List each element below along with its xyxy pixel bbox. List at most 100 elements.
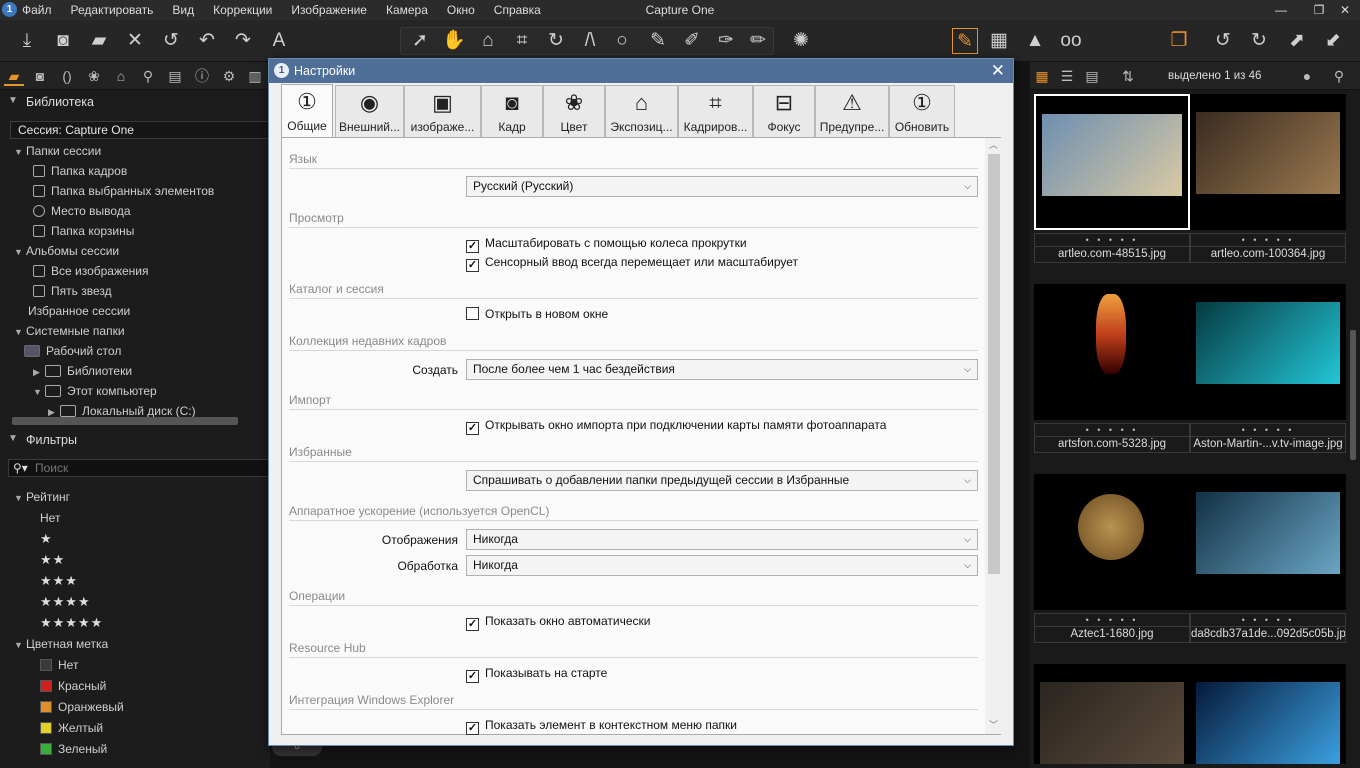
list-view-icon[interactable]: ☰: [1058, 67, 1076, 85]
annotation-icon[interactable]: ✏: [745, 28, 771, 54]
redo-icon[interactable]: ↷: [230, 28, 256, 54]
open-new-window-checkbox[interactable]: Открыть в новом окне: [466, 306, 608, 322]
proof-glasses-icon[interactable]: oo: [1058, 28, 1084, 54]
close-window-button[interactable]: ✕: [1330, 0, 1360, 20]
menu-file[interactable]: Файл: [22, 3, 52, 17]
scrollbar-thumb[interactable]: [988, 154, 1000, 574]
tab-exposure[interactable]: ⌂ Экспозиц...: [605, 85, 678, 137]
rating-dots[interactable]: • • • • •: [1034, 423, 1190, 437]
output-tab-icon[interactable]: ⚙: [219, 66, 239, 86]
menu-camera[interactable]: Камера: [386, 3, 428, 17]
picker-icon[interactable]: ✐: [679, 28, 705, 54]
rating-dots[interactable]: • • • • •: [1190, 423, 1346, 437]
rating-dots[interactable]: • • • • •: [1034, 613, 1190, 627]
thumbnail-image[interactable]: [1034, 474, 1190, 610]
menu-view[interactable]: Вид: [172, 3, 194, 17]
metadata-tab-icon[interactable]: ⓘ: [192, 66, 212, 86]
color-tag-yellow[interactable]: Желтый: [40, 718, 103, 738]
tab-general[interactable]: ① Общие: [281, 84, 333, 138]
thumbnail-image[interactable]: [1190, 474, 1346, 610]
sidebar-item-capture-folder[interactable]: Папка кадров: [33, 161, 127, 181]
sidebar-item-libraries[interactable]: ▶ Библиотеки: [33, 361, 132, 381]
thumbnail-image[interactable]: [1190, 284, 1346, 420]
sidebar-item-selects-folder[interactable]: Папка выбранных элементов: [33, 181, 214, 201]
sidebar-item-desktop[interactable]: Рабочий стол: [24, 341, 121, 361]
brush-icon[interactable]: ✎: [645, 28, 671, 54]
warning-icon[interactable]: ▲: [1022, 28, 1048, 54]
color-tag-none[interactable]: Нет: [40, 655, 78, 675]
thumbnail-image[interactable]: [1190, 664, 1346, 764]
rating-none[interactable]: Нет: [40, 508, 60, 528]
show-on-start-checkbox[interactable]: ✓ Показывать на старте: [466, 665, 607, 683]
session-folders-header[interactable]: ▼ Папки сессии: [14, 141, 101, 161]
user-icon[interactable]: ●: [1298, 67, 1316, 85]
search-icon[interactable]: ⚲: [1330, 67, 1348, 85]
select-cursor-icon[interactable]: ➚: [407, 28, 433, 54]
filter-search-input[interactable]: ⚲▾ Поиск: [8, 459, 270, 477]
collapse-icon[interactable]: ⬋: [1320, 28, 1346, 54]
tab-update[interactable]: ① Обновить: [889, 85, 955, 137]
rating-3-stars[interactable]: ★★★: [40, 571, 78, 591]
color-tab-icon[interactable]: ❀: [84, 66, 104, 86]
capture-icon[interactable]: ◙: [50, 28, 76, 54]
thumbnail-image[interactable]: [1034, 664, 1190, 764]
menu-image[interactable]: Изображение: [291, 3, 367, 17]
processing-acceleration-dropdown[interactable]: Никогда ⌵: [466, 555, 978, 576]
minimize-button[interactable]: —: [1266, 0, 1296, 20]
system-folders-header[interactable]: ▼ Системные папки: [14, 321, 125, 341]
loupe-icon[interactable]: ⌂: [475, 28, 501, 54]
browser-scrollbar[interactable]: [1350, 330, 1356, 460]
color-tag-header[interactable]: ▼ Цветная метка: [14, 634, 108, 654]
color-tag-green[interactable]: Зеленый: [40, 739, 107, 759]
thumbnail-image[interactable]: [1034, 94, 1190, 230]
create-dropdown[interactable]: После более чем 1 час бездействия ⌵: [466, 359, 978, 380]
menu-adjustments[interactable]: Коррекции: [213, 3, 272, 17]
touch-input-checkbox[interactable]: ✓ Сенсорный ввод всегда перемещает или ма…: [466, 254, 798, 272]
horizontal-scrollbar[interactable]: [12, 417, 238, 425]
language-dropdown[interactable]: Русский (Русский) ⌵: [466, 176, 978, 197]
rating-2-stars[interactable]: ★★: [40, 550, 65, 570]
crop-icon[interactable]: ⌗: [509, 28, 535, 54]
sidebar-item-five-stars[interactable]: Пять звезд: [33, 281, 112, 301]
close-icon[interactable]: ✕: [991, 61, 1005, 81]
import-window-checkbox[interactable]: ✓ Открывать окно импорта при подключении …: [466, 417, 886, 435]
sidebar-item-all-images[interactable]: Все изображения: [33, 261, 149, 281]
thumbnail-image[interactable]: [1034, 284, 1190, 420]
color-tag-orange[interactable]: Оранжевый: [40, 697, 124, 717]
rotate-left-icon[interactable]: ↺: [1210, 28, 1236, 54]
color-tag-red[interactable]: Красный: [40, 676, 106, 696]
sort-icon[interactable]: ⇅: [1119, 67, 1137, 85]
scroll-zoom-checkbox[interactable]: ✓ Масштабировать с помощью колеса прокрут…: [466, 235, 747, 253]
tab-crop[interactable]: ⌗ Кадриров...: [678, 85, 753, 137]
filters-header[interactable]: ▼ Фильтры: [0, 430, 270, 452]
filmstrip-view-icon[interactable]: ▤: [1083, 67, 1101, 85]
rating-5-stars[interactable]: ★★★★★: [40, 613, 103, 633]
pan-hand-icon[interactable]: ✋: [441, 28, 467, 54]
grid-icon[interactable]: ▦: [986, 28, 1012, 54]
sidebar-item-this-pc[interactable]: ▼ Этот компьютер: [33, 381, 157, 401]
rating-1-star[interactable]: ★: [40, 529, 53, 549]
focus-mask-icon[interactable]: ✺: [788, 28, 814, 54]
import-icon[interactable]: ⤓: [14, 28, 40, 54]
keystone-icon[interactable]: /\: [577, 28, 603, 54]
adjustments-tab-icon[interactable]: ▤: [165, 66, 185, 86]
session-favorites[interactable]: Избранное сессии: [28, 301, 130, 321]
exposure-tab-icon[interactable]: ⌂: [111, 66, 131, 86]
content-scrollbar[interactable]: ︿ ﹀: [985, 138, 1001, 734]
details-tab-icon[interactable]: ⚲: [138, 66, 158, 86]
menu-edit[interactable]: Редактировать: [71, 3, 154, 17]
thumbnail-image[interactable]: [1190, 94, 1346, 230]
rotate-icon[interactable]: ↻: [543, 28, 569, 54]
session-selector[interactable]: Сессия: Capture One: [10, 121, 270, 139]
context-menu-checkbox[interactable]: ✓ Показать элемент в контекстном меню пап…: [466, 717, 737, 735]
sidebar-item-output-folder[interactable]: Место вывода: [33, 201, 131, 221]
tab-focus[interactable]: ⊟ Фокус: [753, 85, 815, 137]
lens-tab-icon[interactable]: (): [57, 66, 77, 86]
library-tab-icon[interactable]: ▰: [4, 66, 24, 86]
expand-icon[interactable]: ⬈: [1284, 28, 1310, 54]
menu-help[interactable]: Справка: [494, 3, 541, 17]
tab-appearance[interactable]: ◉ Внешний...: [335, 85, 404, 137]
rotate-right-icon[interactable]: ↻: [1246, 28, 1272, 54]
tab-color[interactable]: ❀ Цвет: [543, 85, 605, 137]
rating-header[interactable]: ▼ Рейтинг: [14, 487, 70, 507]
